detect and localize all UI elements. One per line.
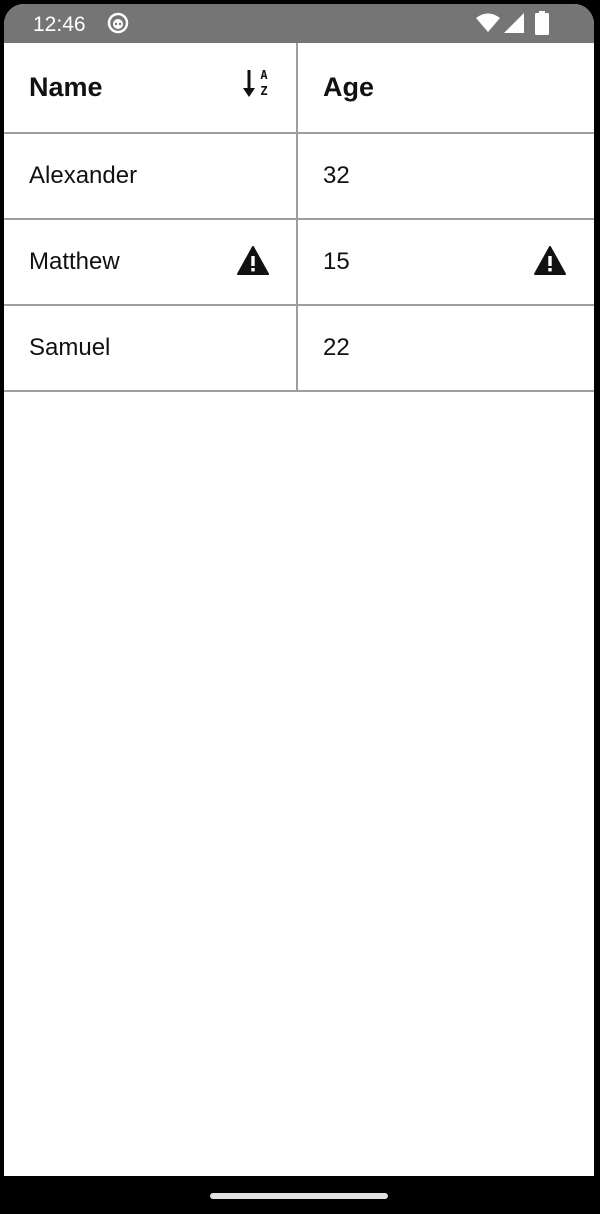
- app-screen: 12:46 Name A Z Age Alexander 32 Matthew …: [4, 4, 594, 1176]
- cell-age-text: 32: [323, 162, 350, 189]
- cell-name-text: Alexander: [29, 162, 138, 189]
- table-row[interactable]: Matthew 15: [4, 220, 594, 306]
- cell-age-text: 22: [323, 334, 350, 361]
- column-header-name[interactable]: Name A Z: [4, 43, 298, 132]
- table-row[interactable]: Samuel 22: [4, 306, 594, 392]
- svg-text:A: A: [260, 68, 268, 82]
- cell-age: 32: [298, 134, 593, 218]
- status-bar: 12:46: [4, 4, 594, 43]
- battery-icon: [535, 11, 549, 35]
- home-gesture-handle[interactable]: [210, 1193, 388, 1199]
- cell-name-text: Samuel: [29, 334, 111, 361]
- column-header-age[interactable]: Age: [298, 43, 593, 132]
- cell-age: 22: [298, 306, 593, 390]
- cell-name-text: Matthew: [29, 248, 120, 275]
- navigation-bar: [0, 1176, 600, 1214]
- cell-name: Alexander: [4, 134, 298, 218]
- wifi-icon: [476, 13, 500, 32]
- sort-alpha-ascending-icon[interactable]: A Z: [242, 66, 272, 102]
- status-time: 12:46: [33, 13, 86, 36]
- column-header-label: Name: [29, 72, 103, 102]
- cell-age: 15: [298, 220, 593, 304]
- warning-icon: [534, 246, 566, 275]
- table-row[interactable]: Alexander 32: [4, 134, 594, 220]
- svg-text:Z: Z: [260, 84, 267, 98]
- data-table: Name A Z Age Alexander 32 Matthew 15 Sam…: [4, 43, 594, 392]
- signal-icon: [504, 13, 524, 33]
- app-notification-icon: [107, 12, 129, 34]
- table-header-row: Name A Z Age: [4, 43, 594, 134]
- column-header-label: Age: [323, 72, 375, 102]
- cell-name: Matthew: [4, 220, 298, 304]
- cell-name: Samuel: [4, 306, 298, 390]
- warning-icon: [237, 246, 269, 275]
- cell-age-text: 15: [323, 248, 350, 275]
